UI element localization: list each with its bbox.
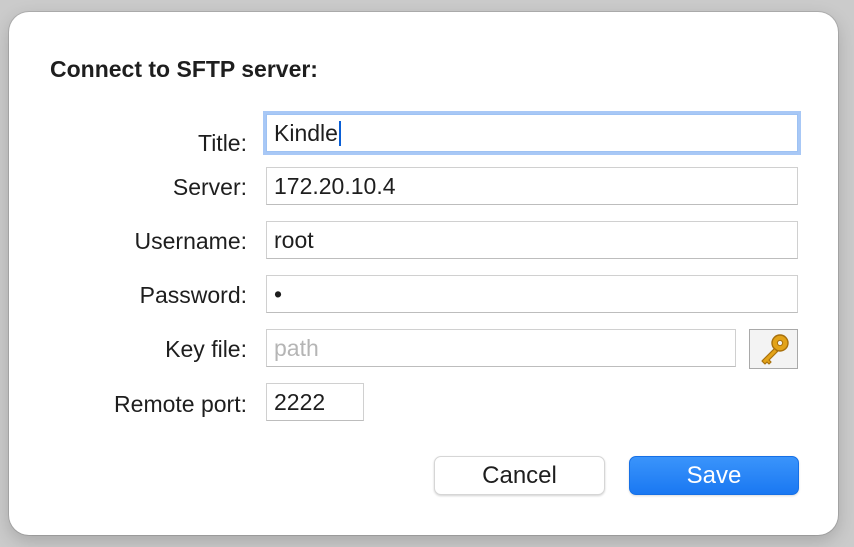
server-input-value: 172.20.10.4 <box>274 173 396 199</box>
password-input-value: • <box>274 281 283 307</box>
cancel-button-label: Cancel <box>482 461 557 489</box>
choose-key-file-button[interactable] <box>749 329 798 369</box>
username-input-value: root <box>274 227 314 253</box>
remote-port-input[interactable]: 2222 <box>266 383 364 421</box>
username-input[interactable]: root <box>266 221 798 259</box>
dialog-title: Connect to SFTP server: <box>50 56 318 82</box>
save-button-label: Save <box>686 461 742 489</box>
remote-port-label: Remote port: <box>114 391 247 417</box>
password-label: Password: <box>139 282 247 308</box>
cancel-button[interactable]: Cancel <box>434 456 605 495</box>
remote-port-input-value: 2222 <box>274 389 326 415</box>
title-input-value: Kindle <box>274 120 338 146</box>
key-file-placeholder: path <box>274 335 319 361</box>
password-input[interactable]: • <box>266 275 798 313</box>
sftp-connect-dialog: Connect to SFTP server: Title: Kindle Se… <box>9 12 838 535</box>
save-button[interactable]: Save <box>629 456 799 495</box>
key-icon <box>760 334 789 365</box>
text-caret <box>338 121 341 146</box>
username-label: Username: <box>134 228 247 254</box>
server-label: Server: <box>172 174 247 200</box>
title-input[interactable]: Kindle <box>266 114 798 152</box>
key-file-label: Key file: <box>165 336 247 362</box>
title-label: Title: <box>198 130 247 156</box>
key-file-input[interactable]: path <box>266 329 736 367</box>
server-input[interactable]: 172.20.10.4 <box>266 167 798 205</box>
